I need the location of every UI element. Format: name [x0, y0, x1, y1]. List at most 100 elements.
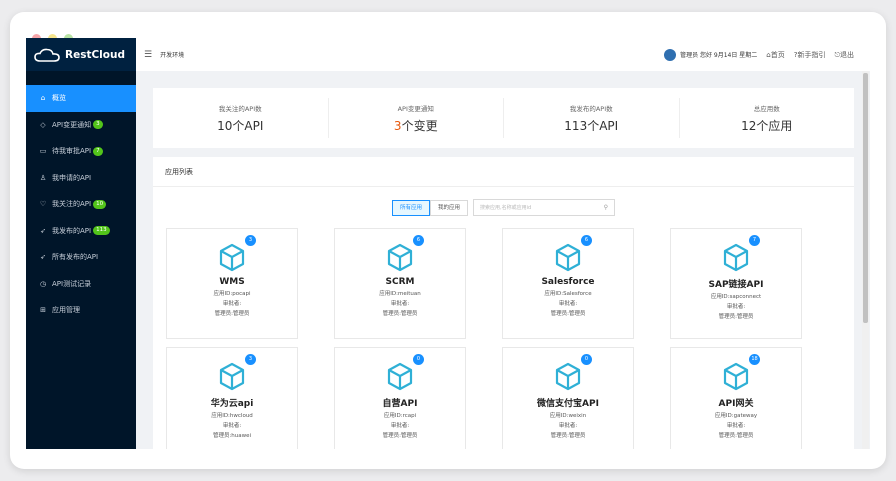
app-name: SAP链接API: [708, 280, 764, 290]
sidebar-item-test-records[interactable]: ◷ API测试记录: [26, 271, 136, 298]
api-count-badge: 0: [413, 354, 424, 365]
sidebar-item-label: 待我审批API: [52, 147, 92, 156]
search-placeholder: 搜索应用,名称或应用id: [480, 205, 532, 211]
app-search-input[interactable]: 搜索应用,名称或应用id ⚲: [473, 199, 616, 216]
home-link-label: 首页: [770, 50, 785, 59]
app-admin: 管理员:管理员: [718, 314, 754, 320]
sidebar-menu: ⌂ 概览 ◇ API变更通知 3 ▭ 待我审批API 7 ♙ 我申请的API ♡…: [26, 85, 136, 324]
sidebar-item-label: 我关注的API: [52, 200, 92, 209]
stats-panel: 我关注的API数 10个API API变更通知 3个变更 我发布的API数 11…: [153, 88, 854, 148]
api-count-badge: 3: [245, 354, 256, 365]
stat-value: 10个API: [153, 117, 328, 134]
app-card[interactable]: 6 Salesforce 应用ID:Salesforce 审批者: 管理员:管理员: [502, 228, 634, 339]
scrollbar[interactable]: [862, 71, 869, 449]
app-card[interactable]: 3 华为云api 应用ID:hwcloud 审批者: 管理员:huawei: [166, 347, 298, 449]
sidebar-item-pending-approval[interactable]: ▭ 待我审批API 7: [26, 138, 136, 165]
cube-icon: [387, 362, 413, 391]
stat-followed-api[interactable]: 我关注的API数 10个API: [153, 98, 329, 138]
header-right: 管理员 您好 9月14日 星期二 ⌂首页 ?新手指引 ⎋退出: [663, 48, 870, 61]
app: RestCloud ⌂ 概览 ◇ API变更通知 3 ▭ 待我审批API 7 ♙…: [26, 38, 870, 449]
filter-my-apps-button[interactable]: 我的应用: [430, 199, 469, 216]
home-link[interactable]: ⌂首页: [766, 50, 784, 60]
app-admin: 管理员:管理员: [550, 311, 586, 317]
stat-unit: 个API: [587, 118, 619, 133]
app-card[interactable]: 18 API网关 应用ID:gateway 审批者: 管理员:管理员: [670, 347, 802, 449]
stat-published-api[interactable]: 我发布的API数 113个API: [504, 98, 680, 138]
logout-link[interactable]: ⎋退出: [834, 50, 854, 60]
app-card[interactable]: 0 自营API 应用ID:rcapi 审批者: 管理员:管理员: [334, 347, 466, 449]
cloud-icon: [34, 48, 60, 62]
sidebar-item-my-followed[interactable]: ♡ 我关注的API 10: [26, 191, 136, 218]
cube-icon: [219, 243, 245, 272]
api-count-badge: 3: [245, 235, 256, 246]
stat-unit: 个应用: [756, 118, 793, 133]
user-greeting: 管理员 您好 9月14日 星期二: [663, 48, 758, 61]
avatar[interactable]: [663, 48, 676, 61]
app-id: 应用ID:hwcloud: [211, 413, 253, 419]
cube-icon: [723, 243, 749, 272]
sidebar-item-api-change[interactable]: ◇ API变更通知 3: [26, 112, 136, 139]
filter-all-apps-button[interactable]: 所有应用: [391, 199, 430, 216]
sidebar-item-label: API测试记录: [52, 279, 92, 288]
stat-label: 我发布的API数: [569, 104, 613, 113]
guide-link[interactable]: ?新手指引: [794, 50, 826, 60]
app-admin: 管理员:管理员: [214, 311, 250, 317]
cube-icon: [723, 362, 749, 391]
cube-icon: [555, 362, 581, 391]
greeting-text: 管理员 您好 9月14日 星期二: [680, 51, 758, 59]
menu-fold-icon[interactable]: ☰: [144, 50, 152, 60]
app-id: 应用ID:meituan: [379, 291, 421, 297]
app-approver: 审批者:: [726, 304, 746, 310]
stat-number: 10: [217, 118, 233, 133]
top-header: ☰ 开发环境 管理员 您好 9月14日 星期二 ⌂首页 ?新手指引 ⎋退出: [136, 38, 870, 71]
app-id: 应用ID:weixin: [549, 413, 587, 419]
scrollbar-thumb[interactable]: [863, 73, 868, 323]
app-card[interactable]: 6 SCRM 应用ID:meituan 审批者: 管理员:管理员: [334, 228, 466, 339]
app-approver: 审批者:: [726, 423, 746, 429]
app-approver: 审批者:: [558, 301, 578, 307]
stat-value: 3个变更: [329, 117, 504, 134]
sidebar-item-app-management[interactable]: ⊞ 应用管理: [26, 297, 136, 324]
api-count-badge: 0: [581, 354, 592, 365]
logo[interactable]: RestCloud: [26, 38, 136, 71]
stat-value: 113个API: [504, 117, 679, 134]
clock-icon: ◷: [39, 279, 47, 288]
sidebar-item-label: 所有发布的API: [52, 253, 99, 262]
app-card[interactable]: 0 微信支付宝API 应用ID:weixin 审批者: 管理员:管理员: [502, 347, 634, 449]
rocket-icon: ➶: [40, 253, 46, 262]
stat-number: 3: [393, 118, 402, 133]
app-name: 华为云api: [210, 399, 254, 409]
sidebar-item-my-published[interactable]: ➶ 我发布的API 113: [26, 218, 136, 245]
sidebar: RestCloud ⌂ 概览 ◇ API变更通知 3 ▭ 待我审批API 7 ♙…: [26, 38, 136, 449]
app-id: 应用ID:Salesforce: [544, 291, 592, 297]
app-admin: 管理员:管理员: [382, 433, 418, 439]
tag-icon: ◇: [40, 120, 46, 129]
api-count-badge: 6: [413, 235, 424, 246]
grid-icon: ⊞: [40, 306, 46, 315]
app-id: 应用ID:pocapi: [213, 291, 251, 297]
environment-label: 开发环境: [160, 52, 185, 59]
sidebar-item-label: 我发布的API: [52, 226, 92, 235]
app-name: WMS: [219, 277, 245, 287]
app-approver: 审批者:: [390, 301, 410, 307]
app-admin: 管理员:管理员: [550, 433, 586, 439]
app-card[interactable]: 3 WMS 应用ID:pocapi 审批者: 管理员:管理员: [166, 228, 298, 339]
sidebar-item-all-published[interactable]: ➶ 所有发布的API: [26, 244, 136, 271]
search-icon[interactable]: ⚲: [604, 204, 608, 211]
cube-icon: [387, 243, 413, 272]
api-count-badge: 7: [749, 235, 760, 246]
stat-number: 113: [564, 118, 588, 133]
stat-unit: 个变更: [401, 118, 438, 133]
stat-total-apps[interactable]: 总应用数 12个应用: [680, 98, 855, 138]
guide-link-label: 新手指引: [797, 50, 826, 59]
app-name: SCRM: [385, 277, 415, 287]
api-count-badge: 6: [581, 235, 592, 246]
stat-api-changes[interactable]: API变更通知 3个变更: [329, 98, 504, 138]
app-card[interactable]: 7 SAP链接API 应用ID:sapconnect 审批者: 管理员:管理员: [670, 228, 802, 339]
sidebar-item-overview[interactable]: ⌂ 概览: [26, 85, 136, 112]
sidebar-item-my-applied[interactable]: ♙ 我申请的API: [26, 165, 136, 192]
stat-label: 我关注的API数: [218, 104, 262, 113]
rocket-icon: ➶: [40, 226, 46, 235]
app-id: 应用ID:sapconnect: [710, 294, 762, 300]
app-id: 应用ID:gateway: [714, 413, 758, 419]
